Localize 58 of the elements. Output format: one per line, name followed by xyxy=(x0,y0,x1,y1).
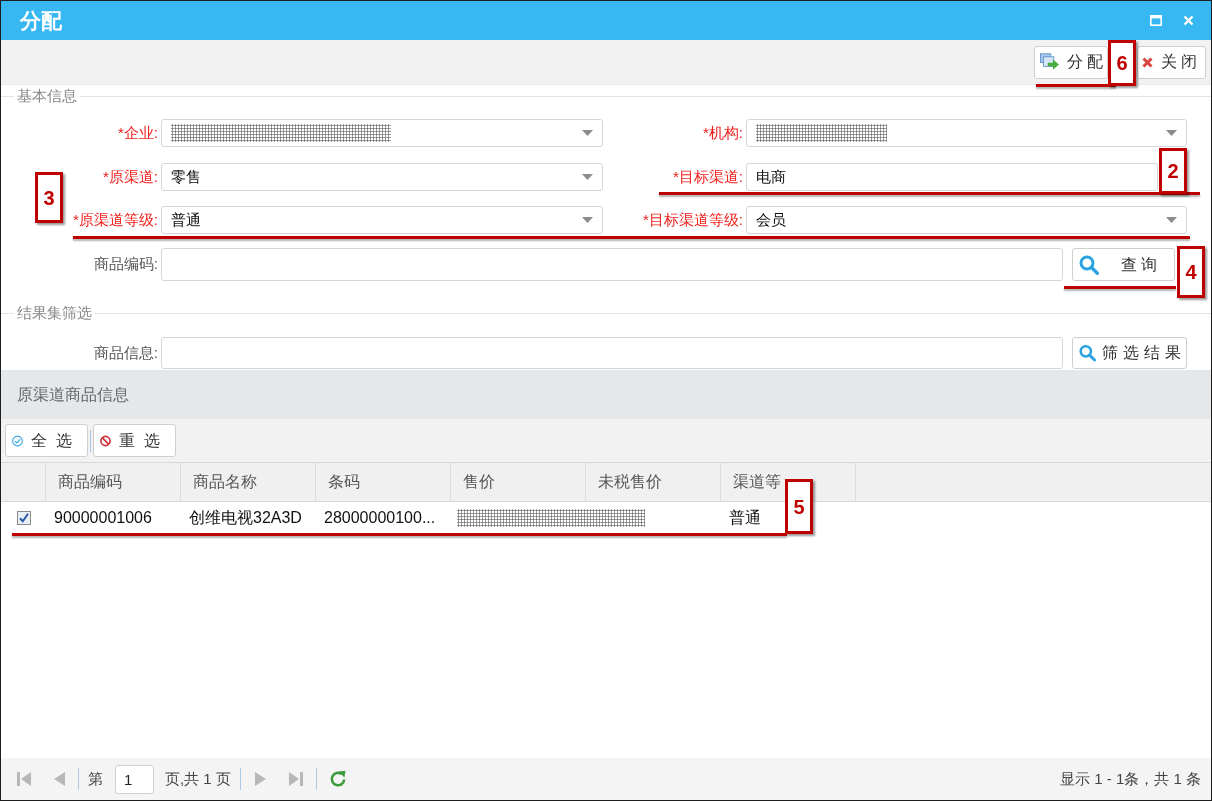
filter-button[interactable]: 筛选结果 xyxy=(1072,337,1187,369)
close-icon[interactable] xyxy=(1183,15,1194,26)
row-checkbox[interactable] xyxy=(16,511,31,525)
column-header[interactable]: 商品编码 xyxy=(58,470,122,494)
table-cell-text: 创维电视32A3D xyxy=(189,508,302,528)
panel-title: 原渠道商品信息 xyxy=(17,384,129,405)
column-header[interactable]: 商品名称 xyxy=(193,470,257,494)
dropdown-arrow-icon[interactable] xyxy=(582,217,593,223)
field-label: *机构: xyxy=(702,122,744,143)
window-title: 分配 xyxy=(20,10,62,31)
dropdown-arrow-icon[interactable] xyxy=(582,174,593,180)
text-field[interactable]: 电商 xyxy=(746,163,1158,191)
maximize-icon[interactable] xyxy=(1150,15,1162,26)
pager-label: 页,共 1 页 xyxy=(165,768,231,789)
document-arrow-icon xyxy=(1040,52,1059,72)
step-number-callout: 2 xyxy=(1159,148,1187,194)
page-number-field[interactable]: 1 xyxy=(115,764,154,794)
column-header[interactable]: 渠道等 xyxy=(733,470,781,494)
column-header[interactable]: 条码 xyxy=(328,470,360,494)
reset-button[interactable]: 重选 xyxy=(93,424,176,457)
table-cell-text: 28000000100... xyxy=(324,508,436,528)
field-label: 商品信息: xyxy=(92,342,159,363)
step-number-callout: 5 xyxy=(785,479,813,534)
dropdown-arrow-icon[interactable] xyxy=(1166,130,1177,136)
query-button[interactable]: 查询 xyxy=(1072,248,1175,281)
step-number-callout: 3 xyxy=(35,172,63,223)
table-cell-text: 90000001006 xyxy=(54,508,152,528)
table-cell-text: 普通 xyxy=(729,508,761,528)
text-field[interactable] xyxy=(161,248,1063,281)
text-field[interactable] xyxy=(161,337,1063,369)
field-label: *企业: xyxy=(117,122,159,143)
search-icon xyxy=(1079,254,1099,275)
section-legend: 结果集筛选 xyxy=(14,301,95,325)
field-label: *目标渠道等级: xyxy=(642,209,744,230)
dropdown-field[interactable]: 普通 xyxy=(161,206,603,234)
dropdown-arrow-icon[interactable] xyxy=(582,130,593,136)
step-number-callout: 6 xyxy=(1108,39,1136,86)
dropdown-field[interactable] xyxy=(161,119,603,147)
section-legend: 基本信息 xyxy=(14,84,80,108)
field-label: 商品编码: xyxy=(92,254,159,275)
step-number-callout: 4 xyxy=(1177,246,1205,298)
column-header[interactable]: 未税售价 xyxy=(598,470,662,494)
close-icon xyxy=(1142,56,1153,68)
close-button[interactable]: 关闭 xyxy=(1137,45,1206,79)
select-all-button[interactable]: 全选 xyxy=(5,424,88,457)
dropdown-field[interactable]: 零售 xyxy=(161,163,603,191)
field-label: *原渠道等级: xyxy=(72,209,159,230)
refresh-icon[interactable] xyxy=(328,770,347,788)
field-label: *目标渠道: xyxy=(672,166,744,187)
record-count-text: 显示 1 - 1条，共 1 条 xyxy=(1060,768,1201,789)
assign-button[interactable]: 分配 xyxy=(1034,45,1108,79)
dropdown-arrow-icon[interactable] xyxy=(1166,217,1177,223)
field-label: *原渠道: xyxy=(102,166,159,187)
dropdown-field[interactable]: 会员 xyxy=(746,206,1187,234)
search-icon xyxy=(1079,343,1096,363)
column-header[interactable]: 售价 xyxy=(463,470,495,494)
pager-label: 第 xyxy=(88,768,103,789)
dropdown-field[interactable] xyxy=(746,119,1187,147)
